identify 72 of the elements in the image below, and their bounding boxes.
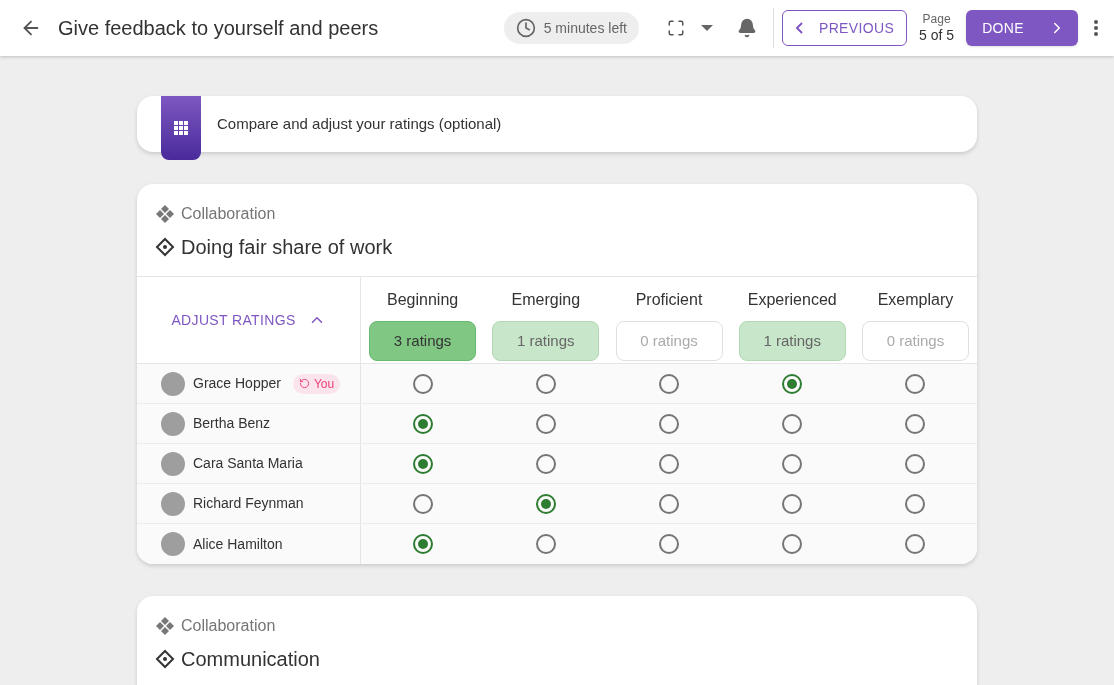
rating-radio[interactable] [782, 534, 803, 554]
criterion-title: Communication [181, 647, 320, 672]
dropdown-button[interactable] [700, 25, 713, 31]
adjust-ratings-toggle[interactable]: ADJUST RATINGS [171, 309, 326, 331]
grid-icon [174, 121, 188, 135]
rating-radio[interactable] [905, 373, 926, 394]
level-heading: Experienced [747, 290, 837, 310]
rating-radio[interactable] [782, 373, 803, 394]
ratings-count: 0 ratings [861, 321, 969, 361]
rating-radio[interactable] [659, 373, 679, 394]
rating-radio[interactable] [782, 493, 803, 514]
previous-button[interactable]: PREVIOUS [781, 10, 908, 46]
caret-icon [700, 25, 713, 31]
rating-radio[interactable] [535, 373, 556, 394]
ratings-count: 1 ratings [738, 321, 846, 361]
notifications-button[interactable] [736, 18, 757, 38]
rating-radio[interactable] [659, 493, 679, 514]
rating-radio[interactable] [412, 413, 433, 434]
level-heading: Proficient [635, 290, 703, 310]
instruction-text: Compare and adjust your ratings (optional) [217, 113, 502, 134]
more-icon [1094, 20, 1098, 36]
level-heading: Exemplary [877, 290, 954, 310]
timer-chip: 5 minutes left [503, 12, 639, 44]
level-heading: Beginning [387, 290, 459, 310]
rating-radio[interactable] [535, 493, 556, 514]
level-heading: Emerging [511, 290, 581, 310]
person-name: Cara Santa Maria [193, 454, 303, 473]
more-button[interactable] [1094, 20, 1098, 36]
criterion-title: Doing fair share of work [181, 235, 393, 260]
done-button[interactable]: DONE [966, 10, 1078, 46]
category-label: Collaboration [181, 616, 276, 636]
rating-radio[interactable] [905, 453, 926, 474]
avatar [161, 451, 185, 476]
rating-radio[interactable] [782, 453, 803, 474]
diamonds-icon [155, 616, 175, 636]
rating-radio[interactable] [782, 413, 803, 434]
avatar [161, 532, 185, 556]
clock-icon [515, 18, 536, 38]
ratings-count: 1 ratings [492, 321, 600, 361]
rating-radio[interactable] [905, 534, 926, 554]
person-name: Alice Hamilton [193, 534, 283, 554]
avatar [161, 371, 185, 396]
rating-radio[interactable] [659, 534, 679, 554]
person-name: Grace Hopper [193, 374, 281, 393]
diamonds-icon [155, 204, 175, 224]
person-name: Bertha Benz [193, 414, 271, 433]
page-count: 5 of 5 [919, 26, 955, 45]
rating-radio[interactable] [535, 453, 556, 474]
ratings-count: 3 ratings [369, 321, 477, 361]
bell-icon [736, 18, 757, 38]
rating-radio[interactable] [905, 493, 926, 514]
category-label: Collaboration [181, 204, 276, 224]
you-badge: You [292, 373, 341, 394]
rating-radio[interactable] [412, 493, 433, 514]
avatar [161, 411, 185, 436]
page-label: Page [922, 11, 951, 27]
person-name: Richard Feynman [193, 494, 304, 513]
ratings-count: 0 ratings [615, 321, 723, 361]
rating-radio[interactable] [412, 453, 433, 474]
rating-radio[interactable] [659, 413, 679, 434]
rating-radio[interactable] [535, 534, 556, 554]
page-title: Give feedback to yourself and peers [58, 16, 379, 41]
rating-radio[interactable] [659, 453, 679, 474]
rating-radio[interactable] [412, 373, 433, 394]
chevron-left-icon [794, 22, 803, 34]
rating-radio[interactable] [535, 413, 556, 434]
rating-radio[interactable] [905, 413, 926, 434]
fullscreen-icon [666, 19, 685, 37]
fullscreen-button[interactable] [666, 19, 685, 37]
avatar [161, 491, 185, 516]
undo-icon [298, 378, 310, 389]
rating-radio[interactable] [412, 534, 433, 554]
